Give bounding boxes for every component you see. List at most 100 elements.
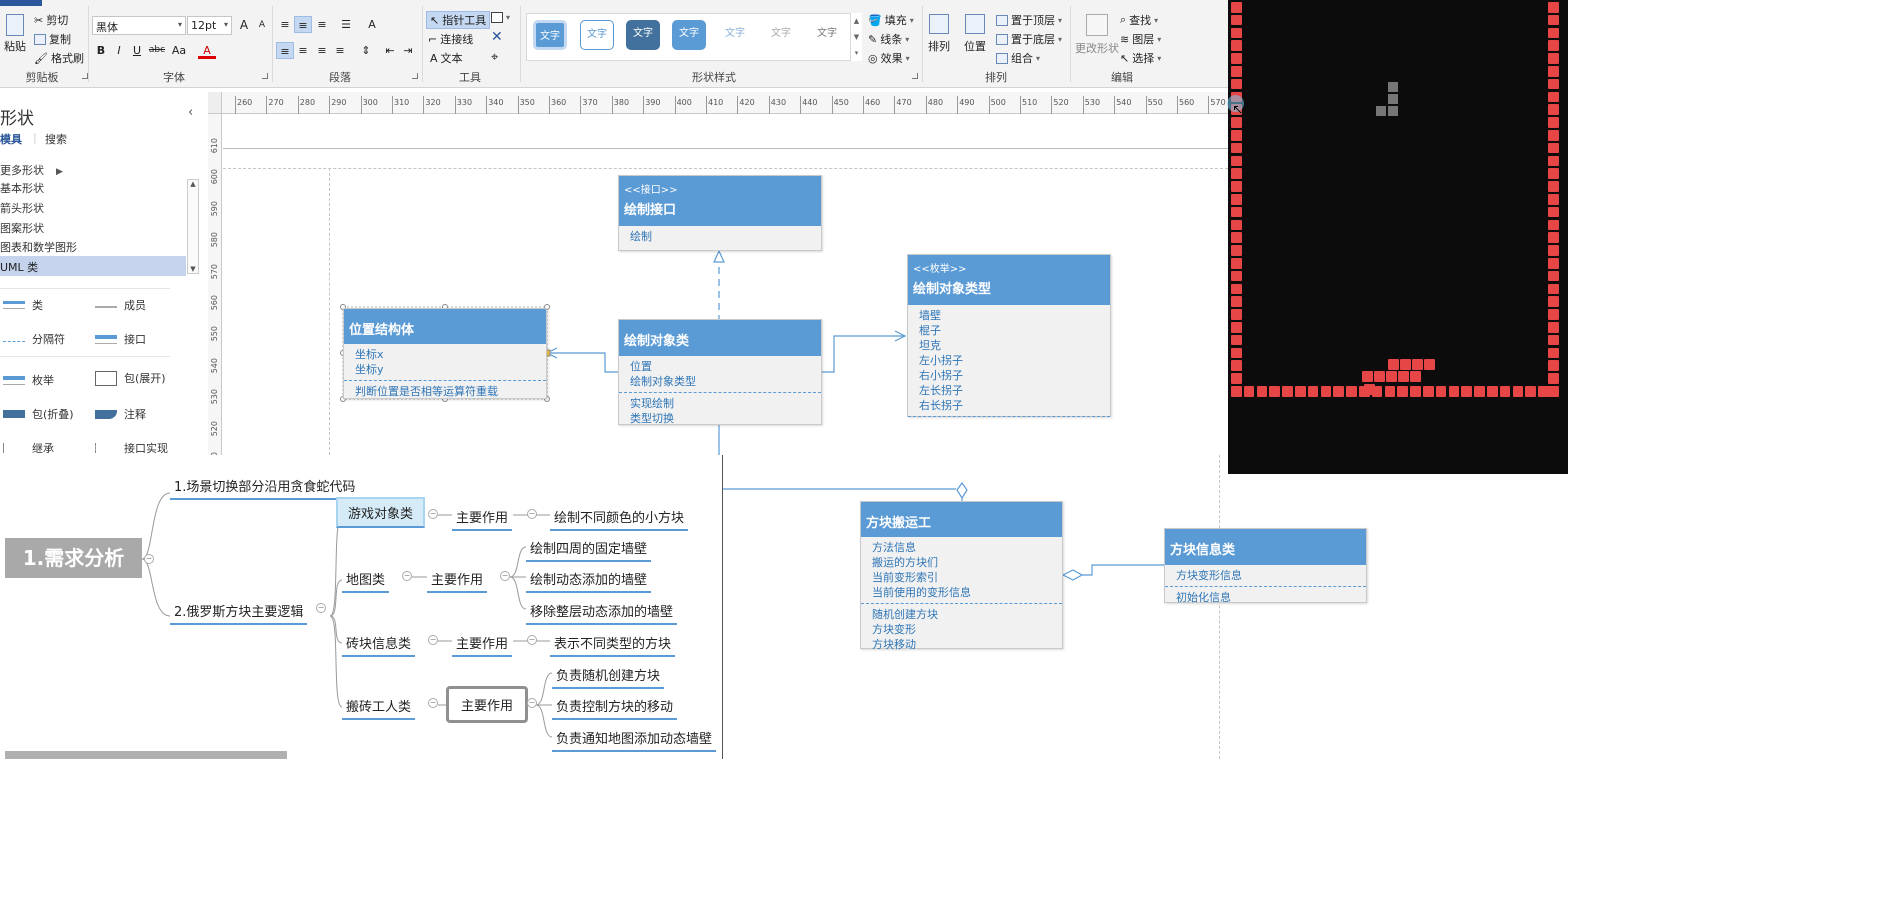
increase-indent-button[interactable]: ⇥ <box>399 42 417 59</box>
mindmap-topic-map[interactable]: 地图类 <box>342 567 390 593</box>
shape-inheritance[interactable]: 继承 <box>3 440 54 456</box>
shape-enumeration[interactable]: 枚举 <box>3 372 54 388</box>
align-right-button[interactable]: ≡ <box>313 42 331 59</box>
mindmap-branch-node[interactable]: 1.场景切换部分沿用贪食蛇代码 <box>170 474 360 500</box>
bullets-button[interactable]: ☰ <box>337 16 355 33</box>
connector-tool-button[interactable]: ⌐ 连接线 <box>428 31 473 47</box>
style-option[interactable]: 文字 <box>672 20 706 50</box>
effects-button[interactable]: ◎ 效果 ▾ <box>868 50 910 66</box>
align-middle-button[interactable]: ≡ <box>294 16 312 33</box>
stencil-uml-class[interactable]: UML 类 <box>0 256 186 276</box>
shape-interface-realization[interactable]: 接口实现 <box>95 440 168 456</box>
close-icon[interactable]: ✕ <box>491 29 503 45</box>
stencil-chart-shapes[interactable]: 图表和数学图形 <box>0 239 77 255</box>
shape-styles-launcher[interactable] <box>912 73 918 79</box>
style-option[interactable]: 文字 <box>810 20 844 50</box>
change-shape-button[interactable]: 更改形状 <box>1075 14 1119 56</box>
mindmap-role-node-selected[interactable]: 主要作用 <box>446 686 529 723</box>
mindmap-leaf-node[interactable]: 负责控制方块的移动 <box>552 694 678 720</box>
line-spacing-button[interactable]: ⇕ <box>357 42 375 59</box>
collapse-icon[interactable]: − <box>144 554 154 564</box>
style-option[interactable]: 文字 <box>626 20 660 50</box>
font-size-select[interactable]: 12pt ▾ <box>187 16 232 35</box>
fill-button[interactable]: 🪣 填充 ▾ <box>868 12 914 28</box>
paragraph-launcher[interactable] <box>412 73 418 79</box>
text-tool-button[interactable]: A 文本 <box>430 50 463 66</box>
text-direction-button[interactable]: A <box>363 16 381 33</box>
mindmap-topic-brick-worker[interactable]: 搬砖工人类 <box>342 694 416 720</box>
decrease-indent-button[interactable]: ⇤ <box>381 42 399 59</box>
uml-class-block-worker[interactable]: 方块搬运工 方法信息 搬运的方块们 当前变形索引 当前使用的变形信息 随机创建方… <box>860 501 1063 651</box>
style-option[interactable]: 文字 <box>580 20 614 50</box>
uml-class-position-struct[interactable]: 位置结构体 坐标x 坐标y 判断位置是否相等运算符重载 <box>343 308 547 399</box>
mindmap-leaf-node[interactable]: 负责通知地图添加动态墙壁 <box>552 726 717 752</box>
position-button[interactable]: 位置 <box>964 14 986 54</box>
shape-package-collapsed[interactable]: 包(折叠) <box>3 406 74 422</box>
mindmap-topic-game-object[interactable]: 游戏对象类 <box>336 497 426 528</box>
mindmap-leaf-node[interactable]: 移除整层动态添加的墙壁 <box>526 599 678 625</box>
gallery-scroll[interactable]: ▲ ▼ ▾ <box>850 13 862 61</box>
mindmap-root-node[interactable]: 1.需求分析 <box>5 538 142 578</box>
align-left-button[interactable]: ≡ <box>276 42 294 59</box>
line-button[interactable]: ✎ 线条 ▾ <box>868 31 909 47</box>
cut-button[interactable]: ✂ 剪切 <box>34 12 68 28</box>
shrink-font-button[interactable]: A <box>253 17 271 34</box>
more-shapes-link[interactable]: 更多形状 ▶ <box>0 162 63 178</box>
font-family-select[interactable]: 黑体 ▾ <box>92 16 186 35</box>
mindmap-role-node[interactable]: 主要作用 <box>427 567 488 593</box>
uml-enum-draw-object-type[interactable]: <<枚举>> 绘制对象类型 墙壁 棍子 坦克 左小拐子 右小拐子 左长拐子 右长… <box>907 254 1111 417</box>
shape-note[interactable]: 注释 <box>95 406 146 422</box>
stencil-arrow-shapes[interactable]: 箭头形状 <box>0 200 44 216</box>
align-top-button[interactable]: ≡ <box>276 16 294 33</box>
collapse-icon[interactable]: − <box>527 635 537 645</box>
mindmap-branch-node[interactable]: 2.俄罗斯方块主要逻辑 <box>170 599 308 625</box>
arrange-button[interactable]: 排列 <box>928 14 950 54</box>
group-button[interactable]: 组合 ▾ <box>996 50 1040 66</box>
shape-member[interactable]: 成员 <box>95 297 146 313</box>
mindmap-leaf-node[interactable]: 绘制四周的固定墙壁 <box>526 536 652 562</box>
send-to-back-button[interactable]: 置于底层 ▾ <box>996 31 1062 47</box>
align-bottom-button[interactable]: ≡ <box>313 16 331 33</box>
collapse-panel-icon[interactable]: ‹ <box>188 105 193 120</box>
style-option[interactable]: 文字 <box>533 20 567 50</box>
align-center-button[interactable]: ≡ <box>294 42 312 59</box>
mindmap-topic-brick-info[interactable]: 砖块信息类 <box>342 631 416 657</box>
shape-separator[interactable]: 分隔符 <box>3 331 65 347</box>
bring-to-front-button[interactable]: 置于顶层 ▾ <box>996 12 1062 28</box>
pointer-tool-button[interactable]: ↖ 指针工具 <box>426 11 491 29</box>
collapse-icon[interactable]: − <box>316 603 326 613</box>
collapse-icon[interactable]: − <box>527 509 537 519</box>
drawing-canvas[interactable]: <<接口>> 绘制接口 绘制 位置结构体 坐标x 坐标y 判断位置是否相等运算符… <box>223 115 1228 455</box>
strikethrough-button[interactable]: abc <box>146 42 168 59</box>
uml-class-draw-object[interactable]: 绘制对象类 位置 绘制对象类型 实现绘制 类型切换 <box>618 319 822 425</box>
style-option[interactable]: 文字 <box>718 20 752 50</box>
collapse-icon[interactable]: − <box>428 509 438 519</box>
select-button[interactable]: ↖ 选择 ▾ <box>1120 50 1161 66</box>
mindmap-leaf-node[interactable]: 绘制动态添加的墙壁 <box>526 567 652 593</box>
format-painter-button[interactable]: 🖌 格式刷 <box>34 50 84 66</box>
tetris-game-window[interactable] <box>1228 0 1568 474</box>
paste-button[interactable]: 粘贴 <box>4 14 26 54</box>
collapse-icon[interactable]: − <box>428 635 438 645</box>
copy-button[interactable]: 复制 <box>34 31 71 47</box>
mindmap-leaf-node[interactable]: 负责随机创建方块 <box>552 663 665 689</box>
italic-button[interactable]: I <box>110 42 128 59</box>
stencil-basic-shapes[interactable]: 基本形状 <box>0 180 44 196</box>
mindmap-leaf-node[interactable]: 表示不同类型的方块 <box>550 631 676 657</box>
underline-button[interactable]: U <box>128 42 146 59</box>
stencil-pattern-shapes[interactable]: 图案形状 <box>0 220 44 236</box>
mindmap-role-node[interactable]: 主要作用 <box>452 505 513 531</box>
find-button[interactable]: ⌕ 查找 ▾ <box>1120 12 1158 28</box>
style-option[interactable]: 文字 <box>764 20 798 50</box>
change-case-button[interactable]: Aa <box>168 42 190 59</box>
font-launcher[interactable] <box>262 73 268 79</box>
connection-point-icon[interactable]: ⌖ <box>491 50 498 65</box>
uml-class-block-info[interactable]: 方块信息类 方块变形信息 初始化信息 <box>1164 528 1367 604</box>
tab-search[interactable]: 搜索 <box>45 131 67 147</box>
mindmap-role-node[interactable]: 主要作用 <box>452 631 513 657</box>
justify-button[interactable]: ≡ <box>331 42 349 59</box>
shape-interface[interactable]: 接口 <box>95 331 146 347</box>
file-tab[interactable] <box>0 0 42 6</box>
layers-button[interactable]: ≋ 图层 ▾ <box>1120 31 1161 47</box>
grow-font-button[interactable]: A <box>235 17 253 34</box>
